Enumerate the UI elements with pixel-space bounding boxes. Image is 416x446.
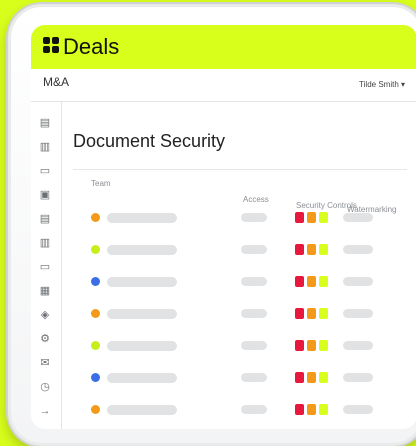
team-name-placeholder — [107, 373, 177, 383]
team-name-placeholder — [107, 245, 177, 255]
table-row[interactable] — [73, 305, 416, 323]
team-status-dot — [91, 213, 100, 222]
security-control-indicator[interactable] — [295, 244, 304, 255]
table-row[interactable] — [73, 337, 416, 355]
team-status-dot — [91, 309, 100, 318]
app-logo-icon — [43, 37, 59, 53]
shield-icon[interactable]: ◈ — [39, 309, 51, 321]
security-control-indicator[interactable] — [295, 276, 304, 287]
tablet-stage: Deals M&A Tilde Smith ▾ ▤ ▥ ▭ ▣ ▤ ▥ ▭ ▦ ◈ ⚙ ✉ ◷ → Do… — [0, 0, 416, 446]
user-menu[interactable]: Tilde Smith ▾ — [359, 80, 405, 89]
main-content: Document Security Team Access Security C… — [73, 113, 416, 429]
security-control-indicator[interactable] — [319, 244, 328, 255]
access-placeholder[interactable] — [241, 405, 267, 414]
column-header-access: Access — [243, 195, 269, 204]
watermark-placeholder[interactable] — [343, 405, 373, 414]
access-placeholder[interactable] — [241, 245, 267, 254]
access-placeholder[interactable] — [241, 277, 267, 286]
page-icon[interactable]: ▭ — [39, 261, 51, 273]
team-status-dot — [91, 405, 100, 414]
watermark-placeholder[interactable] — [343, 213, 373, 222]
access-placeholder[interactable] — [241, 341, 267, 350]
security-control-indicator[interactable] — [307, 244, 316, 255]
security-control-indicator[interactable] — [319, 340, 328, 351]
archive-icon[interactable]: ▦ — [39, 285, 51, 297]
security-control-indicator[interactable] — [319, 276, 328, 287]
security-control-indicator[interactable] — [295, 212, 304, 223]
team-name-placeholder — [107, 341, 177, 351]
app-title: Deals — [63, 34, 120, 59]
divider — [73, 169, 407, 170]
tablet-frame: Deals M&A Tilde Smith ▾ ▤ ▥ ▭ ▣ ▤ ▥ ▭ ▦ ◈ ⚙ ✉ ◷ → Do… — [8, 4, 416, 446]
image-icon[interactable]: ▣ — [39, 189, 51, 201]
watermark-placeholder[interactable] — [343, 341, 373, 350]
gear-icon[interactable]: ⚙ — [39, 333, 51, 345]
folder-icon[interactable]: ▥ — [39, 141, 51, 153]
watermark-placeholder[interactable] — [343, 373, 373, 382]
team-name-placeholder — [107, 277, 177, 287]
watermark-placeholder[interactable] — [343, 309, 373, 318]
team-status-dot — [91, 341, 100, 350]
app-screen: Deals M&A Tilde Smith ▾ ▤ ▥ ▭ ▣ ▤ ▥ ▭ ▦ ◈ ⚙ ✉ ◷ → Do… — [31, 25, 416, 429]
security-control-indicator[interactable] — [307, 404, 316, 415]
team-status-dot — [91, 373, 100, 382]
column-header-team: Team — [91, 179, 111, 188]
file-icon[interactable]: ▭ — [39, 165, 51, 177]
document-icon[interactable]: ▤ — [39, 117, 51, 129]
access-placeholder[interactable] — [241, 373, 267, 382]
security-control-indicator[interactable] — [307, 212, 316, 223]
page-title: Document Security — [73, 131, 226, 151]
access-placeholder[interactable] — [241, 309, 267, 318]
table-row[interactable] — [73, 241, 416, 259]
table-row[interactable] — [73, 273, 416, 291]
security-control-indicator[interactable] — [307, 276, 316, 287]
arrow-right-icon[interactable]: → — [39, 405, 51, 417]
team-name-placeholder — [107, 405, 177, 415]
security-control-indicator[interactable] — [319, 212, 328, 223]
sidebar: ▤ ▥ ▭ ▣ ▤ ▥ ▭ ▦ ◈ ⚙ ✉ ◷ → — [31, 101, 62, 429]
security-control-indicator[interactable] — [307, 340, 316, 351]
security-control-indicator[interactable] — [295, 308, 304, 319]
security-control-indicator[interactable] — [295, 404, 304, 415]
table-row[interactable] — [73, 209, 416, 227]
list-icon[interactable]: ▤ — [39, 213, 51, 225]
watermark-placeholder[interactable] — [343, 277, 373, 286]
security-control-indicator[interactable] — [295, 340, 304, 351]
clock-icon[interactable]: ◷ — [39, 381, 51, 393]
security-control-indicator[interactable] — [319, 372, 328, 383]
security-control-indicator[interactable] — [307, 372, 316, 383]
security-control-indicator[interactable] — [319, 404, 328, 415]
app-header: Deals — [31, 25, 416, 69]
team-name-placeholder — [107, 309, 177, 319]
team-status-dot — [91, 245, 100, 254]
table-row[interactable] — [73, 401, 416, 419]
team-status-dot — [91, 277, 100, 286]
team-name-placeholder — [107, 213, 177, 223]
mail-icon[interactable]: ✉ — [39, 357, 51, 369]
table-row[interactable] — [73, 369, 416, 387]
security-control-indicator[interactable] — [319, 308, 328, 319]
watermark-placeholder[interactable] — [343, 245, 373, 254]
security-control-indicator[interactable] — [295, 372, 304, 383]
binder-icon[interactable]: ▥ — [39, 237, 51, 249]
workspace-name[interactable]: M&A — [43, 75, 69, 89]
access-placeholder[interactable] — [241, 213, 267, 222]
security-control-indicator[interactable] — [307, 308, 316, 319]
